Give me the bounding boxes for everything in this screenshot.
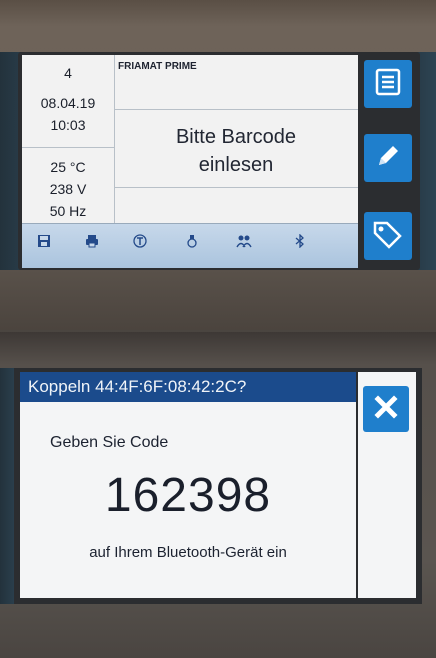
tag-button[interactable] (364, 212, 412, 260)
pairing-dialog: Koppeln 44:4F:6F:08:42:2C? Geben Sie Cod… (20, 372, 356, 598)
close-x-icon (373, 394, 399, 425)
message-divider-bottom (114, 187, 358, 188)
status-bar (22, 223, 358, 268)
close-button[interactable] (363, 386, 409, 432)
pairing-side-panel (358, 372, 416, 598)
main-screen: 4 08.04.19 10:03 25 °C 238 V 50 Hz FRIAM… (18, 52, 420, 270)
frequency-value: 50 Hz (49, 203, 87, 219)
tag-icon (372, 219, 404, 254)
device-title: FRIAMAT PRIME (118, 61, 197, 72)
printer-icon[interactable] (82, 234, 102, 251)
main-screen-content: 4 08.04.19 10:03 25 °C 238 V 50 Hz FRIAM… (22, 55, 358, 268)
users-icon[interactable] (234, 234, 254, 251)
message-divider-top (114, 109, 358, 110)
barcode-prompt-line1: Bitte Barcode (175, 126, 297, 148)
channel-number: 4 (64, 65, 72, 81)
barcode-prompt: Bitte Barcode einlesen (114, 123, 358, 179)
edit-pencil-icon (373, 141, 403, 176)
voltage-value: 238 V (49, 181, 87, 197)
tool-icon[interactable] (182, 234, 202, 251)
date-value: 08.04.19 (40, 95, 96, 111)
temperature-t-icon[interactable] (130, 234, 150, 251)
menu-button[interactable] (364, 60, 412, 108)
message-area: FRIAMAT PRIME Bitte Barcode einlesen (114, 55, 358, 223)
pairing-code: 162398 (104, 469, 272, 522)
barcode-prompt-line2: einlesen (198, 154, 274, 176)
status-divider (22, 147, 114, 148)
menu-icon (373, 67, 403, 102)
bluetooth-icon[interactable] (290, 233, 310, 251)
time-value: 10:03 (50, 117, 86, 133)
pairing-title: Koppeln 44:4F:6F:08:42:2C? (20, 372, 356, 402)
temperature-value: 25 °C (50, 159, 86, 175)
save-icon[interactable] (34, 234, 54, 251)
edit-button[interactable] (364, 134, 412, 182)
pairing-instruction-2: auf Ihrem Bluetooth-Gerät ein (89, 544, 287, 561)
pairing-instruction: Geben Sie Code (50, 434, 169, 451)
status-column: 4 08.04.19 10:03 25 °C 238 V 50 Hz (22, 55, 115, 223)
pairing-screen: Koppeln 44:4F:6F:08:42:2C? Geben Sie Cod… (14, 368, 422, 604)
